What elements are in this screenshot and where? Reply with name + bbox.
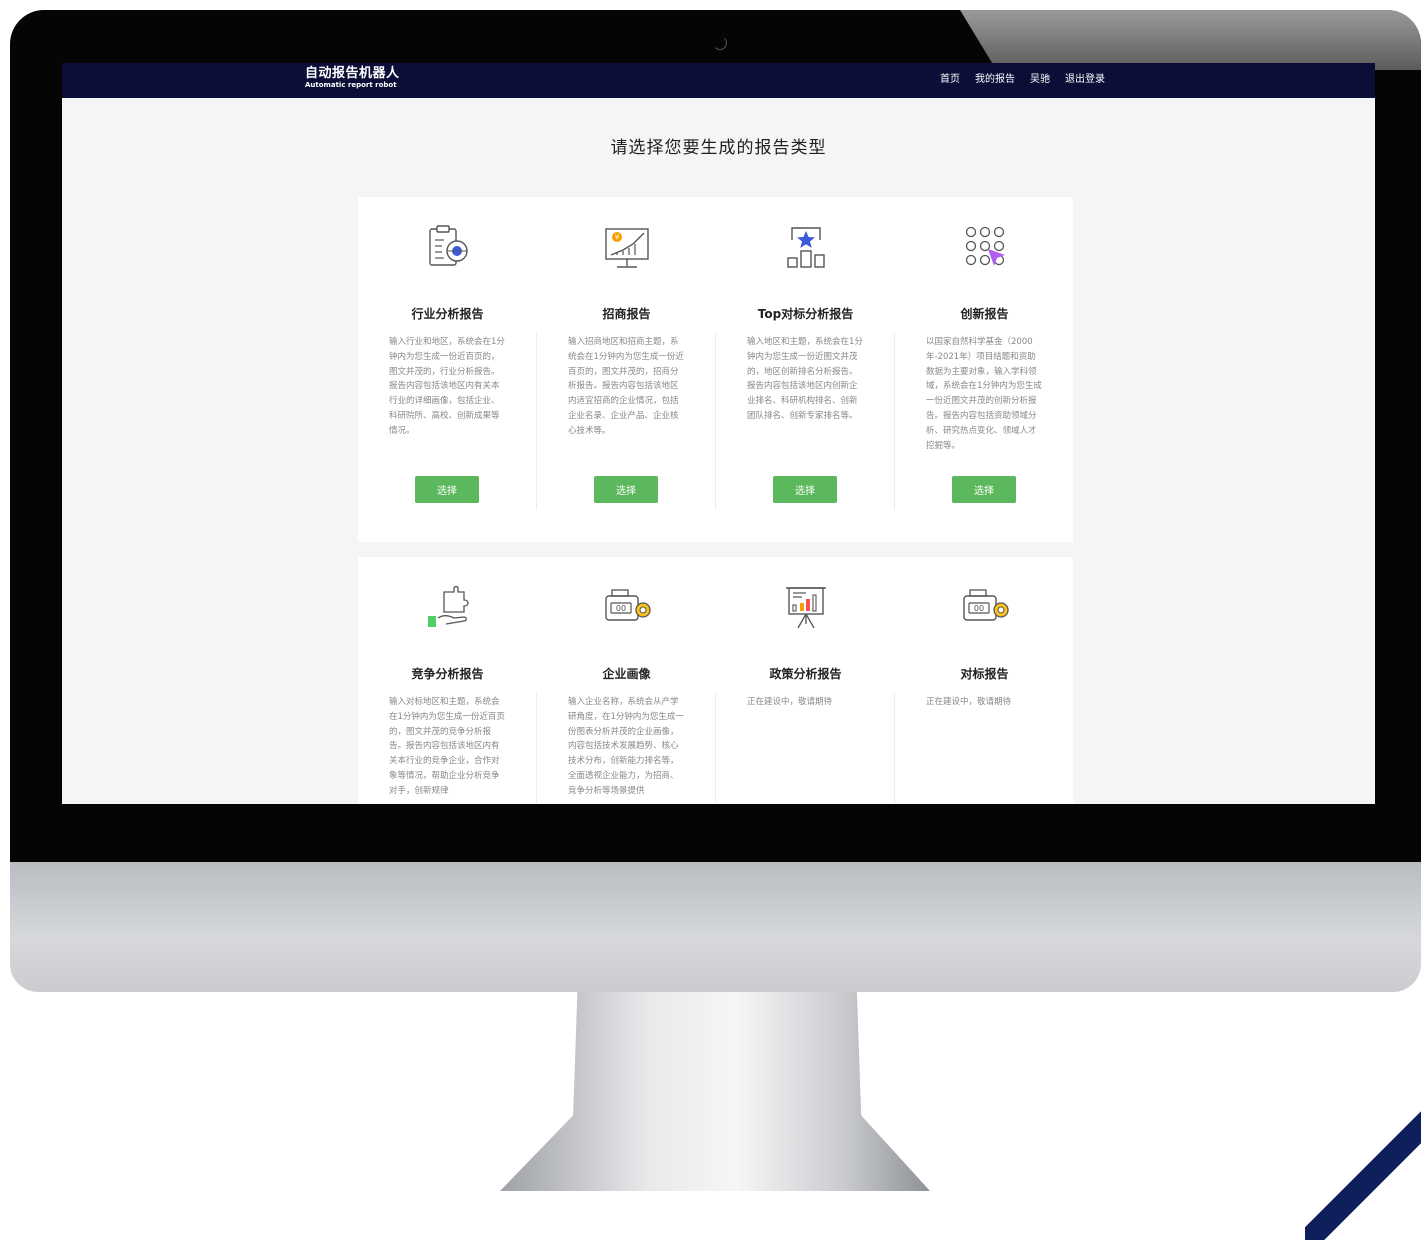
report-panel-row1: 行业分析报告 输入行业和地区，系统会在1分钟内为您生成一份近百页的，图文并茂的，… <box>358 197 1073 542</box>
card-title: 政策分析报告 <box>769 667 842 681</box>
screen: 自动报告机器人 Automatic report robot 首页 我的报告 吴… <box>62 63 1375 804</box>
monitor-chin <box>10 862 1421 992</box>
report-card: 竞争分析报告 输入对标地区和主题，系统会在1分钟内为您生成一份近百页的，图文并茂… <box>358 557 537 804</box>
card-title: 对标报告 <box>960 667 1009 681</box>
industry-analysis-icon <box>429 225 468 266</box>
card-title: Top对标分析报告 <box>757 307 854 321</box>
nav-home-link[interactable]: 首页 <box>940 74 960 86</box>
report-card: ¥ 招商报告 输入招商地区和招商主题，系统会在1分钟内为您生成一份近百页的，图文… <box>537 197 716 542</box>
decorative-stripe <box>1305 1080 1421 1240</box>
nav-logout-link[interactable]: 退出登录 <box>1065 74 1105 86</box>
card-title: 创新报告 <box>960 307 1009 321</box>
innovation-report-icon <box>965 226 1005 266</box>
report-card: Top对标分析报告 输入地区和主题，系统会在1分钟内为您生成一份近图文并茂的，地… <box>716 197 895 542</box>
select-investment-report-button[interactable]: 选择 <box>594 476 658 503</box>
top-benchmark-icon <box>787 227 825 268</box>
policy-analysis-icon <box>786 587 826 629</box>
nav-user-link[interactable]: 吴驰 <box>1030 74 1050 86</box>
card-description: 输入对标地区和主题，系统会在1分钟内为您生成一份近百页的，图文并茂的竞争分析报告… <box>389 697 505 796</box>
brand-subtitle: Automatic report robot <box>305 81 397 89</box>
report-card: 00 对标报告 正在建设中，敬请期待 <box>895 557 1074 804</box>
report-card: 00 企业画像 输入企业名称，系统会从产学研角度，在1分钟内为您生成一份图表分析… <box>537 557 716 804</box>
brand-name: 自动报告机器人 <box>305 66 400 81</box>
card-description: 输入地区和主题，系统会在1分钟内为您生成一份近图文并茂的，地区创新排名分析报告。… <box>747 337 863 421</box>
report-panel-row2: 竞争分析报告 输入对标地区和主题，系统会在1分钟内为您生成一份近百页的，图文并茂… <box>358 557 1073 804</box>
competition-analysis-icon <box>428 585 469 627</box>
select-top-benchmark-report-button[interactable]: 选择 <box>773 476 837 503</box>
screen-glare <box>960 10 1421 70</box>
monitor-stand <box>500 992 930 1191</box>
nav-my-reports-link[interactable]: 我的报告 <box>975 74 1015 86</box>
enterprise-profile-icon: 00 <box>605 589 651 621</box>
card-description: 以国家自然科学基金（2000年-2021年）项目结题和资助数据为主要对象，输入学… <box>926 337 1042 451</box>
svg-text:00: 00 <box>974 604 984 613</box>
card-description: 正在建设中，敬请期待 <box>926 697 1012 707</box>
camera-icon <box>713 36 727 50</box>
select-innovation-report-button[interactable]: 选择 <box>952 476 1016 503</box>
select-industry-report-button[interactable]: 选择 <box>415 476 479 503</box>
top-navbar: 自动报告机器人 Automatic report robot 首页 我的报告 吴… <box>62 63 1375 98</box>
report-card: 创新报告 以国家自然科学基金（2000年-2021年）项目结题和资助数据为主要对… <box>895 197 1074 542</box>
card-description: 正在建设中，敬请期待 <box>747 697 833 707</box>
card-title: 招商报告 <box>602 307 651 321</box>
report-card: 行业分析报告 输入行业和地区，系统会在1分钟内为您生成一份近百页的，图文并茂的，… <box>358 197 537 542</box>
card-description: 输入招商地区和招商主题，系统会在1分钟内为您生成一份近百页的，图文并茂的，招商分… <box>568 337 684 436</box>
brand-logo[interactable]: 自动报告机器人 Automatic report robot <box>305 66 400 90</box>
page-title: 请选择您要生成的报告类型 <box>610 138 827 158</box>
card-title: 企业画像 <box>602 667 651 681</box>
benchmark-report-icon: 00 <box>963 589 1009 621</box>
card-title: 竞争分析报告 <box>411 667 484 681</box>
svg-text:00: 00 <box>616 604 626 613</box>
card-description: 输入行业和地区，系统会在1分钟内为您生成一份近百页的，图文并茂的，行业分析报告。… <box>389 337 505 436</box>
card-title: 行业分析报告 <box>411 307 484 321</box>
svg-text:¥: ¥ <box>615 234 620 242</box>
investment-report-icon: ¥ <box>605 228 649 268</box>
card-description: 输入企业名称，系统会从产学研角度，在1分钟内为您生成一份图表分析并茂的企业画像，… <box>568 697 684 796</box>
nav-menu: 首页 我的报告 吴驰 退出登录 <box>940 74 1105 86</box>
report-card: 政策分析报告 正在建设中，敬请期待 <box>716 557 895 804</box>
